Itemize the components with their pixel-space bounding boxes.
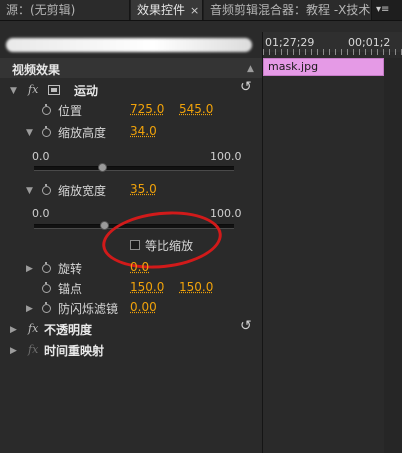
- timecode-start: 01;27;29: [265, 36, 315, 49]
- tab-effect-controls[interactable]: 效果控件 ×: [131, 0, 203, 20]
- timecode-end: 00;01;2: [348, 36, 391, 49]
- anchor-y-value[interactable]: 150.0: [179, 280, 213, 294]
- tab-source-label: 源：(无剪辑): [6, 3, 76, 17]
- close-icon[interactable]: ×: [190, 4, 199, 17]
- stopwatch-icon[interactable]: [42, 302, 51, 313]
- tab-audio-clip-mixer-label: 音频剪辑混合器：教程 -X技术: [210, 3, 371, 17]
- fx-icon[interactable]: fx: [28, 322, 38, 335]
- scale-height-min: 0.0: [32, 150, 50, 163]
- anchor-label: 锚点: [58, 282, 83, 296]
- panel-divider[interactable]: [262, 32, 263, 453]
- scale-width-slider-handle[interactable]: [100, 221, 109, 230]
- position-label: 位置: [58, 104, 83, 118]
- time-remap-label: 时间重映射: [44, 344, 105, 358]
- scale-width-label: 缩放宽度: [58, 184, 107, 198]
- reset-icon[interactable]: ↺: [240, 79, 252, 95]
- fx-icon: fx: [28, 343, 39, 356]
- position-x-value[interactable]: 725.0: [130, 102, 164, 116]
- tab-effect-controls-label: 效果控件: [137, 3, 186, 17]
- scale-height-slider[interactable]: [34, 166, 234, 171]
- scale-height-expand-icon[interactable]: ▼: [26, 128, 33, 138]
- opacity-label: 不透明度: [44, 323, 93, 337]
- scale-height-value[interactable]: 34.0: [130, 124, 157, 138]
- scale-height-slider-handle[interactable]: [98, 163, 107, 172]
- ruler-ticks: [263, 49, 402, 55]
- time-remap-expand-icon[interactable]: ▶: [10, 346, 17, 356]
- stopwatch-icon[interactable]: [42, 126, 51, 137]
- blurred-sequence-name: [6, 38, 252, 52]
- stopwatch-icon[interactable]: [42, 262, 51, 273]
- anti-flicker-expand-icon[interactable]: ▶: [26, 304, 33, 314]
- opacity-expand-icon[interactable]: ▶: [10, 325, 17, 335]
- tab-source[interactable]: 源：(无剪辑): [0, 0, 130, 20]
- motion-label: 运动: [74, 84, 99, 98]
- scale-width-expand-icon[interactable]: ▼: [26, 186, 33, 196]
- position-y-value[interactable]: 545.0: [179, 102, 213, 116]
- tab-audio-clip-mixer[interactable]: 音频剪辑混合器：教程 -X技术: [204, 0, 372, 20]
- fx-icon[interactable]: fx: [28, 83, 38, 96]
- rotation-expand-icon[interactable]: ▶: [26, 264, 33, 274]
- scale-height-label: 缩放高度: [58, 126, 107, 140]
- stopwatch-icon[interactable]: [42, 282, 51, 293]
- motion-icon: [48, 85, 60, 95]
- rotation-value[interactable]: 0.0: [130, 260, 149, 274]
- rotation-label: 旋转: [58, 262, 83, 276]
- panel-menu-icon[interactable]: ▾≡: [376, 4, 389, 15]
- scale-width-min: 0.0: [32, 207, 50, 220]
- section-collapse-icon[interactable]: ▲: [247, 64, 254, 74]
- motion-expand-icon[interactable]: ▼: [10, 86, 17, 96]
- anti-flicker-value[interactable]: 0.00: [130, 300, 157, 314]
- scale-width-value[interactable]: 35.0: [130, 182, 157, 196]
- section-title: 视频效果: [12, 63, 61, 77]
- scale-height-max: 100.0: [210, 150, 242, 163]
- clip-name: mask.jpg: [268, 60, 319, 73]
- timeline-lane-end: [384, 58, 402, 453]
- stopwatch-icon[interactable]: [42, 104, 51, 115]
- anchor-x-value[interactable]: 150.0: [130, 280, 164, 294]
- scale-width-max: 100.0: [210, 207, 242, 220]
- anti-flicker-label: 防闪烁滤镜: [58, 302, 119, 316]
- stopwatch-icon[interactable]: [42, 184, 51, 195]
- reset-icon[interactable]: ↺: [240, 318, 252, 334]
